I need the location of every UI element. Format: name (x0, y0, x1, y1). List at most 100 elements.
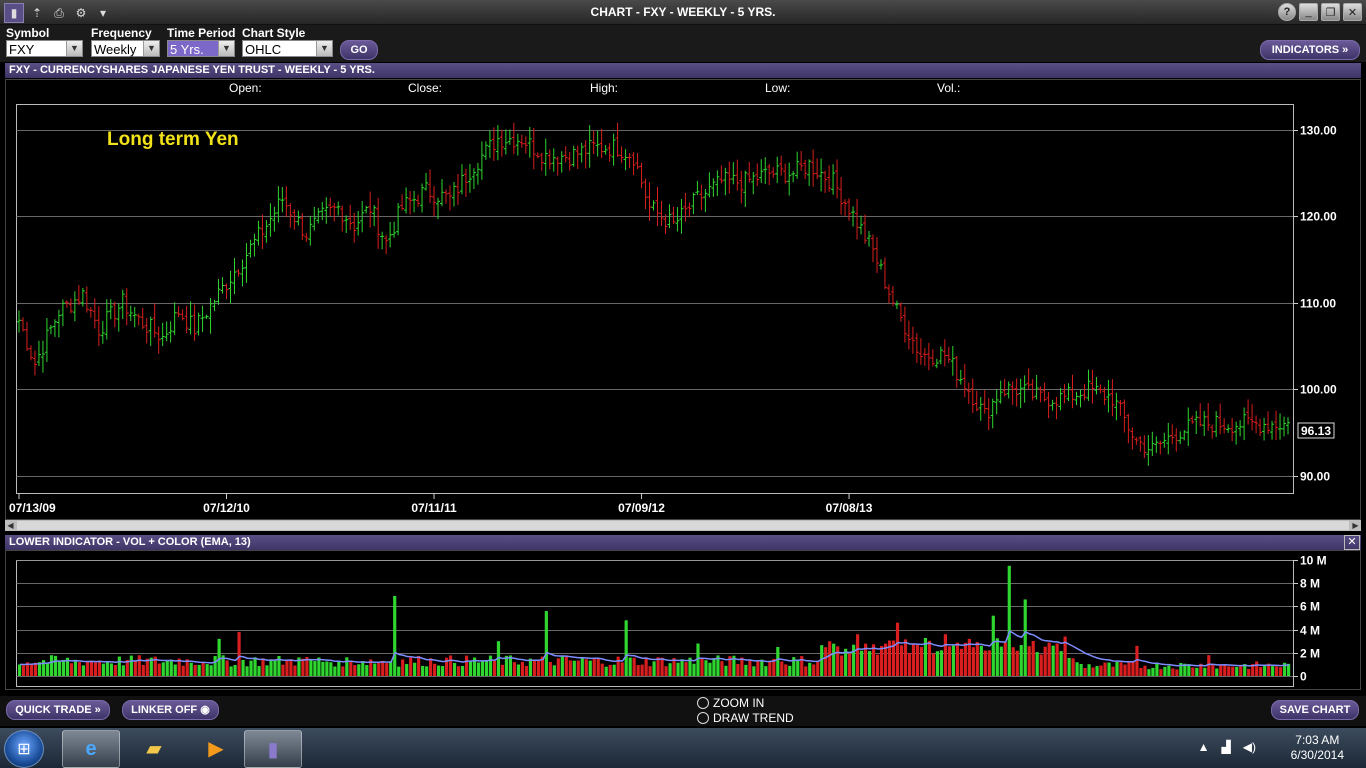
radio-icon (697, 712, 709, 724)
taskbar-ie[interactable]: e (62, 730, 120, 768)
volume-bar (1015, 650, 1019, 676)
volume-bar (1011, 647, 1015, 676)
volume-bar (832, 643, 836, 676)
ohlc-bar (930, 349, 935, 367)
ohlc-bar (735, 159, 740, 191)
volume-bar (536, 659, 540, 676)
os-taskbar: ⊞ e ▰ ▶ ▮ ▲ ▟ ◀) 7:03 AM 6/30/2014 (0, 728, 1366, 768)
taskbar-chart-app[interactable]: ▮ (244, 730, 302, 768)
ohlc-bar (420, 183, 425, 213)
volume-y-tick-label: 10 M (1300, 554, 1327, 568)
ohlc-bar (424, 173, 429, 191)
scroll-thumb[interactable] (17, 521, 1349, 530)
signal-icon[interactable]: ▟ (1222, 740, 1231, 754)
show-hidden-icon[interactable]: ▲ (1198, 740, 1210, 754)
ohlc-bar (926, 342, 931, 371)
ohlc-bar (1042, 382, 1047, 402)
volume-chart[interactable]: 10 M 8 M 6 M 4 M 2 M 0 (0, 550, 1366, 700)
lower-panel-header: LOWER INDICATOR - VOL + COLOR (EMA, 13) (5, 535, 1361, 550)
volume-bar (1255, 661, 1259, 676)
close-icon[interactable]: ✕ (1344, 535, 1360, 550)
ohlc-bar (1270, 420, 1275, 440)
volume-bar (895, 622, 900, 676)
volume-bar (780, 661, 784, 676)
ohlc-bar (587, 125, 592, 168)
ohlc-bar (475, 162, 480, 185)
volume-bar (1043, 646, 1047, 676)
volume-bar (860, 650, 864, 676)
ohlc-bar (1018, 378, 1023, 409)
volume-bar (397, 666, 401, 676)
ohlc-bar (994, 389, 999, 415)
save-chart-button[interactable]: SAVE CHART (1271, 700, 1359, 720)
volume-bar (788, 665, 792, 676)
ohlc-bar (463, 168, 468, 197)
volume-bar (939, 650, 944, 676)
volume-bar (828, 641, 832, 676)
ohlc-bar (1014, 378, 1019, 407)
ohlc-bar (811, 149, 816, 187)
volume-bar (169, 659, 173, 676)
price-plot-frame (16, 104, 1294, 494)
start-button[interactable]: ⊞ (4, 730, 44, 768)
ohlc-bar (328, 197, 333, 217)
volume-bar (249, 660, 253, 676)
ohlc-bar (607, 143, 612, 162)
ohlc-bar (703, 189, 708, 213)
ohlc-bar (886, 284, 891, 304)
ohlc-bar (252, 233, 257, 257)
volume-bar (628, 657, 632, 676)
taskbar-media[interactable]: ▶ (188, 730, 244, 766)
ohlc-bar (942, 339, 947, 367)
volume-icon[interactable]: ◀) (1243, 740, 1256, 754)
ohlc-bar (946, 346, 951, 363)
volume-bar (812, 664, 816, 676)
volume-bar (724, 665, 728, 676)
ema-line (19, 630, 1290, 667)
ohlc-bar (440, 179, 445, 207)
taskbar-clock[interactable]: 7:03 AM 6/30/2014 (1291, 733, 1344, 763)
volume-bar (109, 663, 113, 676)
horizontal-scrollbar[interactable]: ◀ ▶ (5, 520, 1361, 531)
ohlc-bar (1158, 440, 1163, 455)
volume-bar (756, 660, 760, 676)
volume-bar (157, 663, 161, 676)
zoom-in-option[interactable]: ZOOM IN (697, 696, 764, 710)
ohlc-bar (1114, 392, 1119, 421)
volume-bar (1003, 642, 1007, 676)
volume-bar (1167, 665, 1171, 676)
volume-bar (93, 662, 98, 676)
volume-bar (18, 664, 22, 676)
volume-bar (213, 656, 217, 676)
ohlc-bar (1038, 386, 1043, 403)
ohlc-bar (623, 149, 628, 171)
ohlc-bar (1266, 411, 1271, 435)
draw-trend-option[interactable]: DRAW TREND (697, 711, 794, 725)
ohlc-bar (220, 277, 225, 294)
ohlc-bar (795, 151, 800, 179)
ohlc-bar (683, 192, 688, 222)
ohlc-bar (866, 230, 871, 247)
ohlc-bar (966, 382, 971, 404)
ohlc-bar (1246, 399, 1251, 425)
price-x-tick-label: 07/09/12 (618, 501, 665, 515)
scroll-left-icon[interactable]: ◀ (5, 520, 16, 531)
ohlc-bar (224, 283, 229, 300)
volume-bar (903, 639, 908, 676)
volume-bar (1247, 668, 1251, 676)
volume-bar (963, 642, 967, 676)
linker-button[interactable]: LINKER OFF ◉ (122, 700, 219, 720)
volume-bar (1115, 661, 1119, 676)
ohlc-bar (715, 170, 720, 196)
ohlc-bar (204, 314, 209, 319)
ohlc-bar (376, 197, 381, 249)
ohlc-bar (695, 180, 700, 196)
price-chart[interactable]: 130.00120.00110.00100.0090.00 07/13/09 07… (0, 0, 1366, 520)
volume-bar (89, 660, 94, 676)
scroll-right-icon[interactable]: ▶ (1350, 520, 1361, 531)
ohlc-bar (412, 190, 417, 213)
taskbar-explorer[interactable]: ▰ (126, 730, 182, 766)
ohlc-bar (164, 321, 169, 342)
quick-trade-button[interactable]: QUICK TRADE » (6, 700, 110, 720)
volume-bar (740, 657, 744, 676)
